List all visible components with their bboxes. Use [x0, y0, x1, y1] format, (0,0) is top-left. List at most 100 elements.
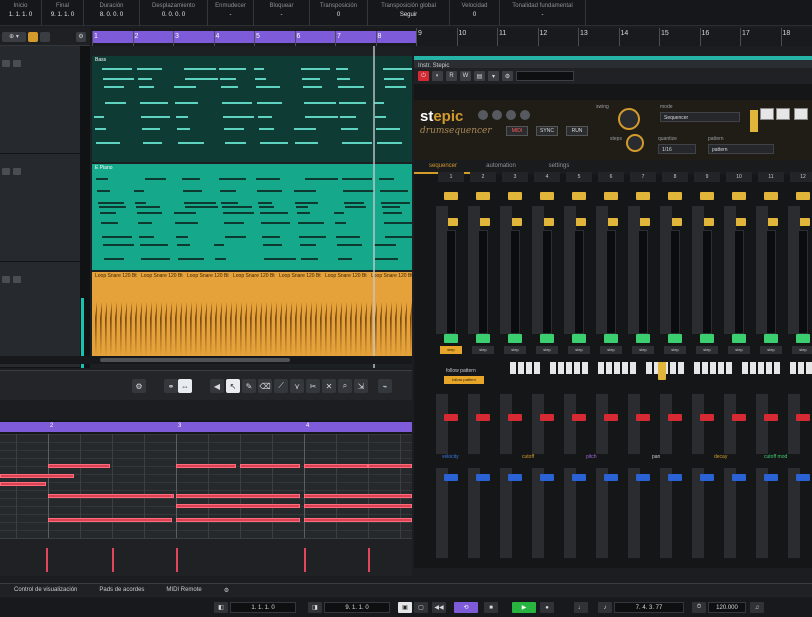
gear-icon[interactable]: ⚙: [502, 71, 513, 81]
step-select-button[interactable]: step: [728, 346, 750, 354]
midi-note[interactable]: [259, 206, 274, 208]
step-on-button[interactable]: [796, 192, 810, 200]
pattern-key[interactable]: [678, 362, 684, 374]
midi-note[interactable]: [225, 142, 246, 144]
velocity-slider[interactable]: [796, 414, 810, 421]
midi-note[interactable]: [256, 178, 280, 180]
cutoff-slider[interactable]: [572, 474, 586, 481]
velocity-slider[interactable]: [764, 414, 778, 421]
pattern-key[interactable]: [574, 362, 580, 374]
info-value[interactable]: -: [230, 12, 232, 18]
mode-dropdown[interactable]: Sequencer: [660, 112, 740, 122]
step-fader[interactable]: [766, 230, 776, 334]
midi-note[interactable]: [334, 212, 344, 214]
midi-note[interactable]: [385, 86, 406, 88]
cutoff-slider[interactable]: [732, 474, 746, 481]
pattern-slot-c[interactable]: [794, 108, 808, 120]
midi-note[interactable]: [258, 202, 272, 204]
midi-note[interactable]: [95, 128, 106, 130]
step-select-button[interactable]: step: [568, 346, 590, 354]
midi-note[interactable]: [139, 236, 154, 238]
info-value[interactable]: -: [281, 12, 283, 18]
midi-note[interactable]: [339, 102, 366, 104]
pattern-slot-a[interactable]: [760, 108, 774, 120]
preset-icon[interactable]: ▤: [474, 71, 485, 81]
left-locator-field[interactable]: 1. 1. 1. 0: [230, 602, 296, 613]
velocity-bar[interactable]: [46, 548, 48, 572]
cutoff-slider[interactable]: [700, 474, 714, 481]
pianoroll-note[interactable]: [176, 494, 300, 498]
undo-icon[interactable]: [506, 110, 516, 120]
velocity-slider[interactable]: [732, 414, 746, 421]
midi-note[interactable]: [297, 212, 310, 214]
midi-note[interactable]: [185, 206, 218, 208]
midi-note[interactable]: [140, 244, 168, 246]
info-value[interactable]: 9. 1. 1. 0: [51, 12, 74, 18]
cycle-button[interactable]: ⟲: [454, 602, 478, 613]
info-value[interactable]: 8. 0. 0. 0: [100, 12, 123, 18]
velocity-slider[interactable]: [604, 414, 618, 421]
midi-note[interactable]: [97, 190, 110, 192]
track-filter-button[interactable]: [28, 31, 38, 42]
midi-note[interactable]: [175, 102, 198, 104]
midi-note[interactable]: [342, 178, 372, 180]
steps-knob[interactable]: [626, 134, 644, 152]
step-gate-button[interactable]: [444, 334, 458, 343]
run-button[interactable]: RUN: [566, 126, 588, 136]
lower-zone-settings-icon[interactable]: ⚙: [224, 584, 229, 597]
track-visibility-button[interactable]: [40, 31, 50, 42]
info-cell[interactable]: Enmudecer -: [208, 0, 254, 26]
midi-note[interactable]: [139, 86, 154, 88]
midi-note[interactable]: [223, 212, 254, 214]
midi-note[interactable]: [145, 178, 166, 180]
midi-note[interactable]: [264, 258, 296, 260]
cutoff-slider[interactable]: [764, 474, 778, 481]
track-bass[interactable]: [0, 46, 80, 154]
cutoff-slider[interactable]: [540, 474, 554, 481]
midi-note[interactable]: [257, 190, 282, 192]
midi-note[interactable]: [383, 68, 412, 70]
midi-note[interactable]: [136, 206, 160, 208]
pattern-key-active[interactable]: [658, 362, 666, 380]
midi-note[interactable]: [338, 86, 364, 88]
midi-note[interactable]: [101, 222, 118, 224]
step-select-button[interactable]: step: [472, 346, 494, 354]
midi-note[interactable]: [345, 206, 366, 208]
tab-midi-remote[interactable]: MIDI Remote: [166, 584, 201, 597]
help-icon[interactable]: [492, 110, 502, 120]
tempo-display[interactable]: 120.000: [708, 602, 746, 613]
pianoroll-note[interactable]: [176, 504, 300, 508]
pattern-key[interactable]: [758, 362, 764, 374]
step-fader[interactable]: [542, 230, 552, 334]
step-gate-button[interactable]: [796, 334, 810, 343]
midi-note[interactable]: [295, 202, 318, 204]
midi-note[interactable]: [178, 258, 204, 260]
pattern-key[interactable]: [518, 362, 524, 374]
quantize-dropdown[interactable]: 1/16: [658, 144, 696, 154]
midi-note[interactable]: [99, 206, 126, 208]
plugin-title[interactable]: Instr. Stepic: [414, 56, 812, 69]
follow-pattern-button[interactable]: follow pattern: [444, 376, 484, 384]
midi-note[interactable]: [177, 244, 190, 246]
info-cell[interactable]: Desplazamiento 0. 0. 0. 0: [140, 0, 208, 26]
info-value[interactable]: 0: [473, 12, 476, 18]
midi-note[interactable]: [221, 86, 238, 88]
step-gate-button[interactable]: [540, 334, 554, 343]
track-epiano[interactable]: [0, 154, 80, 262]
pattern-key[interactable]: [718, 362, 724, 374]
tempo-icon[interactable]: ⏱: [692, 602, 706, 613]
bypass-icon[interactable]: ◐: [432, 71, 443, 81]
midi-note[interactable]: [383, 212, 402, 214]
info-cell[interactable]: Velocidad 0: [450, 0, 500, 26]
primary-time-display[interactable]: 7. 4. 3. 77: [614, 602, 684, 613]
midi-note[interactable]: [142, 128, 160, 130]
midi-note[interactable]: [178, 142, 204, 144]
midi-button[interactable]: MIDI: [506, 126, 528, 136]
info-value[interactable]: 0. 0. 0. 0: [162, 12, 185, 18]
pianoroll-note[interactable]: [0, 474, 74, 478]
step-select-button[interactable]: step: [792, 346, 812, 354]
midi-note[interactable]: [221, 202, 238, 204]
midi-note[interactable]: [223, 116, 254, 118]
project-ruler[interactable]: 12345678 9 10 11 12 13 14 15 16 17 18: [90, 28, 812, 49]
time-format-icon[interactable]: ♪: [598, 602, 612, 613]
